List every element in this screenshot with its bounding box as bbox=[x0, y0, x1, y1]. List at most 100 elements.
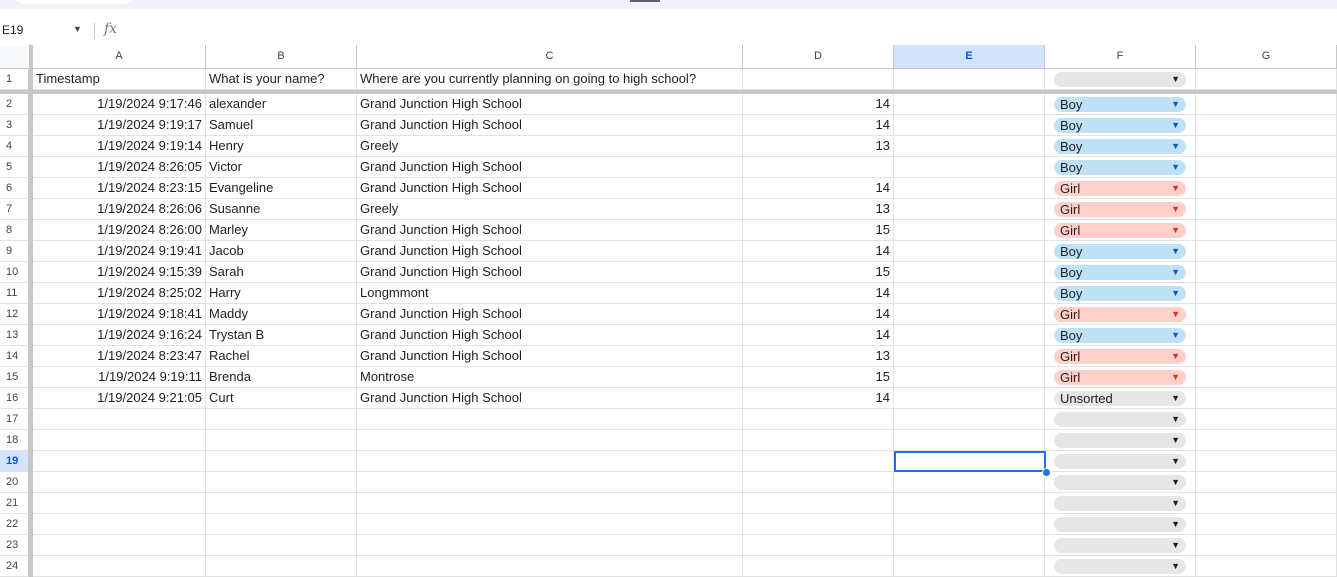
cell-g[interactable] bbox=[1196, 367, 1337, 388]
cell-g[interactable] bbox=[1196, 262, 1337, 283]
dropdown-chip[interactable]: Boy ▼ bbox=[1054, 160, 1186, 175]
cell-timestamp[interactable]: 1/19/2024 9:16:24 bbox=[33, 325, 206, 346]
cell-timestamp[interactable] bbox=[33, 409, 206, 430]
cell-school[interactable]: Greely bbox=[357, 199, 743, 220]
row-header[interactable]: 8 bbox=[0, 220, 29, 241]
cell-d[interactable]: 14 bbox=[743, 115, 894, 136]
chevron-down-icon[interactable]: ▼ bbox=[1171, 223, 1180, 238]
dropdown-chip[interactable]: Boy ▼ bbox=[1054, 97, 1186, 112]
cell-timestamp[interactable]: 1/19/2024 9:19:11 bbox=[33, 367, 206, 388]
cell-e[interactable] bbox=[894, 157, 1045, 178]
row-header[interactable]: 21 bbox=[0, 493, 29, 514]
chevron-down-icon[interactable]: ▼ bbox=[1171, 328, 1180, 343]
cell-d[interactable]: 15 bbox=[743, 220, 894, 241]
cell-name[interactable]: Maddy bbox=[206, 304, 357, 325]
row-header[interactable]: 9 bbox=[0, 241, 29, 262]
dropdown-chip[interactable]: ▼ bbox=[1054, 475, 1186, 490]
cell-school[interactable] bbox=[357, 556, 743, 577]
dropdown-chip[interactable]: Girl ▼ bbox=[1054, 202, 1186, 217]
cell-d[interactable]: 13 bbox=[743, 346, 894, 367]
cell-timestamp[interactable]: 1/19/2024 9:19:41 bbox=[33, 241, 206, 262]
row-header[interactable]: 24 bbox=[0, 556, 29, 577]
cell-e[interactable] bbox=[894, 220, 1045, 241]
cell-timestamp[interactable] bbox=[33, 556, 206, 577]
header-cell-g[interactable] bbox=[1196, 69, 1337, 90]
header-cell-e[interactable] bbox=[894, 69, 1045, 90]
column-header-b[interactable]: B bbox=[206, 45, 357, 69]
cell-timestamp[interactable]: 1/19/2024 8:26:00 bbox=[33, 220, 206, 241]
cell-name[interactable]: Victor bbox=[206, 157, 357, 178]
cell-d[interactable]: 14 bbox=[743, 94, 894, 115]
cell-timestamp[interactable]: 1/19/2024 9:21:05 bbox=[33, 388, 206, 409]
cell-d[interactable]: 13 bbox=[743, 136, 894, 157]
dropdown-chip[interactable]: Boy ▼ bbox=[1054, 139, 1186, 154]
cell-timestamp[interactable] bbox=[33, 535, 206, 556]
cell-f[interactable]: ▼ bbox=[1045, 472, 1196, 493]
cell-f[interactable]: Girl ▼ bbox=[1045, 220, 1196, 241]
cell-g[interactable] bbox=[1196, 199, 1337, 220]
chevron-down-icon[interactable]: ▼ bbox=[1171, 538, 1180, 553]
chevron-down-icon[interactable]: ▼ bbox=[1171, 391, 1180, 406]
cell-timestamp[interactable]: 1/19/2024 9:15:39 bbox=[33, 262, 206, 283]
cell-f[interactable]: Boy ▼ bbox=[1045, 325, 1196, 346]
cell-d[interactable]: 14 bbox=[743, 325, 894, 346]
cell-name[interactable] bbox=[206, 430, 357, 451]
cell-school[interactable]: Montrose bbox=[357, 367, 743, 388]
dropdown-chip[interactable]: Girl ▼ bbox=[1054, 181, 1186, 196]
row-header[interactable]: 13 bbox=[0, 325, 29, 346]
row-header[interactable]: 3 bbox=[0, 115, 29, 136]
cell-g[interactable] bbox=[1196, 136, 1337, 157]
cell-d[interactable] bbox=[743, 535, 894, 556]
chevron-down-icon[interactable]: ▼ bbox=[1171, 475, 1180, 490]
cell-timestamp[interactable] bbox=[33, 514, 206, 535]
cell-e[interactable] bbox=[894, 388, 1045, 409]
cell-e[interactable] bbox=[894, 199, 1045, 220]
column-header-c[interactable]: C bbox=[357, 45, 743, 69]
cell-school[interactable]: Grand Junction High School bbox=[357, 325, 743, 346]
header-cell-name[interactable]: What is your name? bbox=[206, 69, 357, 90]
cell-e[interactable] bbox=[894, 241, 1045, 262]
row-header[interactable]: 17 bbox=[0, 409, 29, 430]
chevron-down-icon[interactable]: ▼ bbox=[1171, 517, 1180, 532]
dropdown-chip[interactable]: ▼ bbox=[1054, 454, 1186, 469]
cell-f[interactable]: Girl ▼ bbox=[1045, 178, 1196, 199]
chevron-down-icon[interactable]: ▼ bbox=[1171, 559, 1180, 574]
cell-timestamp[interactable]: 1/19/2024 8:23:47 bbox=[33, 346, 206, 367]
cell-school[interactable]: Grand Junction High School bbox=[357, 178, 743, 199]
cell-g[interactable] bbox=[1196, 115, 1337, 136]
cell-e[interactable] bbox=[894, 493, 1045, 514]
dropdown-chip[interactable]: ▼ bbox=[1054, 72, 1186, 87]
cell-name[interactable] bbox=[206, 451, 357, 472]
cell-name[interactable]: Samuel bbox=[206, 115, 357, 136]
cell-name[interactable] bbox=[206, 472, 357, 493]
cell-timestamp[interactable]: 1/19/2024 9:19:17 bbox=[33, 115, 206, 136]
cell-name[interactable] bbox=[206, 493, 357, 514]
cell-d[interactable] bbox=[743, 430, 894, 451]
dropdown-chip[interactable]: Boy ▼ bbox=[1054, 328, 1186, 343]
dropdown-chip[interactable]: Boy ▼ bbox=[1054, 118, 1186, 133]
cell-timestamp[interactable] bbox=[33, 430, 206, 451]
cell-name[interactable]: Harry bbox=[206, 283, 357, 304]
cell-g[interactable] bbox=[1196, 472, 1337, 493]
cell-name[interactable]: Brenda bbox=[206, 367, 357, 388]
cell-timestamp[interactable]: 1/19/2024 9:17:46 bbox=[33, 94, 206, 115]
chevron-down-icon[interactable]: ▼ bbox=[1171, 139, 1180, 154]
cell-school[interactable] bbox=[357, 514, 743, 535]
cell-f[interactable]: Boy ▼ bbox=[1045, 94, 1196, 115]
cell-e[interactable] bbox=[894, 346, 1045, 367]
cell-g[interactable] bbox=[1196, 178, 1337, 199]
cell-d[interactable]: 15 bbox=[743, 262, 894, 283]
row-header[interactable]: 10 bbox=[0, 262, 29, 283]
cell-school[interactable]: Grand Junction High School bbox=[357, 346, 743, 367]
cell-name[interactable]: Jacob bbox=[206, 241, 357, 262]
cell-timestamp[interactable]: 1/19/2024 8:26:06 bbox=[33, 199, 206, 220]
cell-name[interactable] bbox=[206, 535, 357, 556]
row-header[interactable]: 6 bbox=[0, 178, 29, 199]
cell-d[interactable] bbox=[743, 493, 894, 514]
cell-f[interactable]: Unsorted ▼ bbox=[1045, 388, 1196, 409]
cell-timestamp[interactable] bbox=[33, 493, 206, 514]
dropdown-chip[interactable]: ▼ bbox=[1054, 538, 1186, 553]
cell-e[interactable] bbox=[894, 115, 1045, 136]
cell-f[interactable]: ▼ bbox=[1045, 556, 1196, 577]
cell-timestamp[interactable] bbox=[33, 451, 206, 472]
